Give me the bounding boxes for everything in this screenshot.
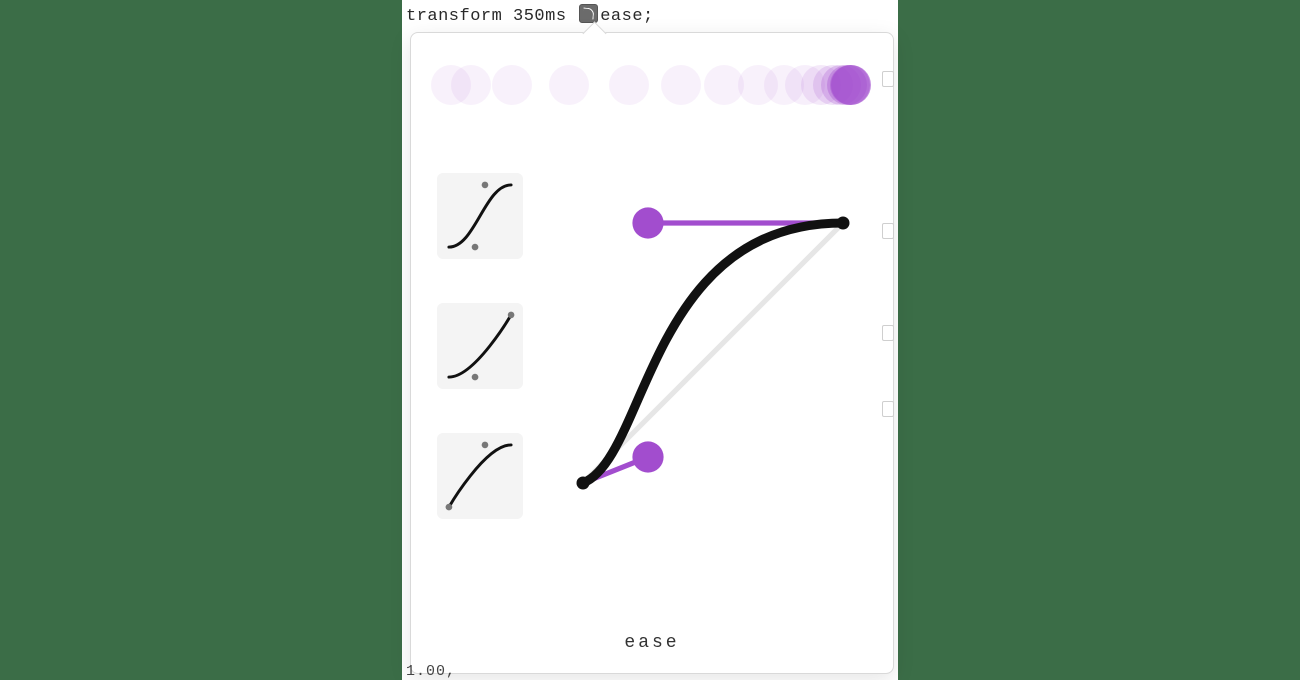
preset-ease-in[interactable] (437, 303, 523, 389)
viewport: transform 350ms ease; (402, 0, 898, 680)
preset-ease-out[interactable] (437, 433, 523, 519)
css-declaration: transform 350ms ease; (406, 4, 654, 26)
preview-ball (492, 65, 532, 105)
control-handle-2[interactable] (632, 207, 663, 238)
obscured-ui (882, 401, 894, 417)
preview-ball (661, 65, 701, 105)
easing-preview-track (431, 61, 873, 109)
css-text-before: transform 350ms (406, 7, 577, 26)
letterbox-right (898, 0, 1300, 680)
letterbox-left (0, 0, 402, 680)
preview-ball (451, 65, 491, 105)
bezier-curve-editor[interactable] (583, 223, 843, 483)
preview-ball (609, 65, 649, 105)
curve-start-icon (577, 477, 590, 490)
preview-ball (549, 65, 589, 105)
control-handle-1[interactable] (632, 441, 663, 472)
bezier-editor-popover: ease (410, 32, 894, 674)
easing-swatch-icon[interactable] (579, 4, 598, 23)
preset-ease-in-out[interactable] (437, 173, 523, 259)
css-text-after: ease; (600, 7, 654, 26)
curve-end-icon (837, 217, 850, 230)
obscured-ui (882, 71, 894, 87)
bezier-canvas[interactable] (583, 223, 843, 483)
preset-list (437, 173, 529, 563)
cropped-text: 1.00, (406, 663, 456, 680)
obscured-ui (882, 325, 894, 341)
preview-ball (831, 65, 871, 105)
easing-name-label: ease (411, 633, 893, 653)
obscured-ui (882, 223, 894, 239)
